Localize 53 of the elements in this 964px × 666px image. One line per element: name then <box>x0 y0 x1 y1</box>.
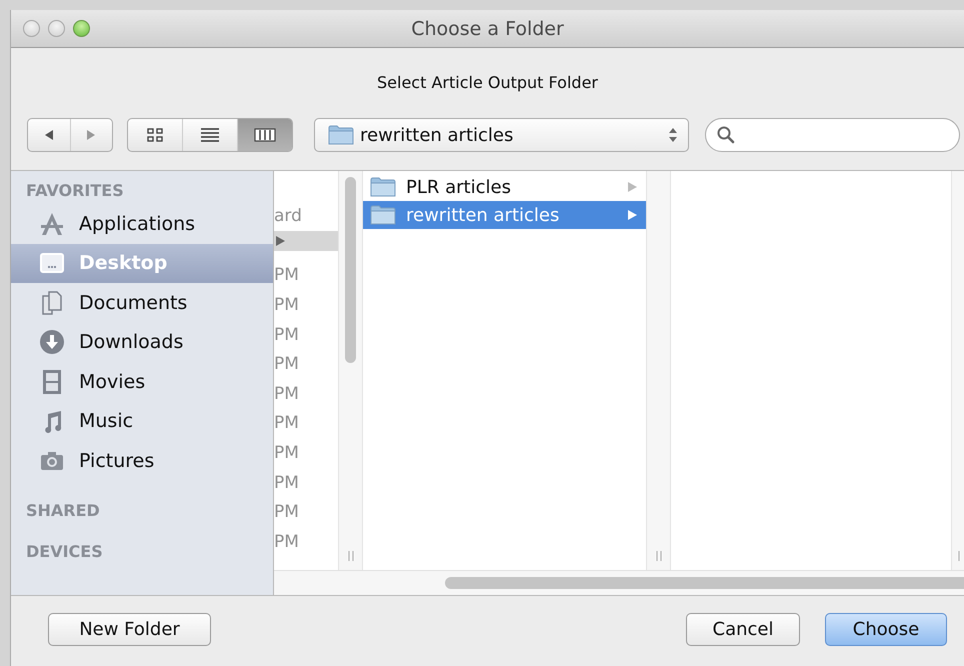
sidebar-item[interactable]: Downloads <box>11 322 273 362</box>
file-row[interactable]: PM <box>274 290 338 320</box>
folder-row[interactable]: rewritten articles <box>363 201 646 229</box>
file-row[interactable]: PM <box>274 378 338 409</box>
sidebar-item[interactable]: Desktop <box>11 244 273 283</box>
sidebar-item[interactable]: Pictures <box>11 441 273 480</box>
file-row[interactable]: PM <box>274 408 338 438</box>
sidebar-item[interactable]: Music <box>11 402 273 441</box>
disclosure-arrow-icon <box>626 209 638 221</box>
app-store-icon <box>39 210 65 237</box>
resize-grip-icon[interactable] <box>654 550 662 562</box>
columns-icon <box>254 127 276 143</box>
minimize-button[interactable] <box>48 20 65 37</box>
disclosure-arrow-icon <box>626 181 638 193</box>
file-row[interactable]: PM <box>274 349 338 379</box>
column-view-button[interactable] <box>237 119 292 151</box>
file-row[interactable]: PM <box>274 260 338 290</box>
dialog-prompt: Select Article Output Folder <box>376 72 599 94</box>
up-down-arrows-icon <box>668 126 678 144</box>
search-field[interactable] <box>705 118 960 152</box>
location-popup[interactable]: rewritten articles <box>314 118 689 152</box>
file-row[interactable]: PM <box>274 526 338 557</box>
sidebar-item[interactable]: Documents <box>11 283 273 322</box>
file-row[interactable]: ard <box>274 201 338 231</box>
cancel-button[interactable]: Cancel <box>686 612 800 646</box>
new-folder-button[interactable]: New Folder <box>48 612 211 646</box>
folder-row[interactable]: PLR articles <box>363 173 646 201</box>
sidebar-heading: FAVORITES <box>25 180 125 202</box>
file-row[interactable]: PM <box>274 438 338 468</box>
folder-icon <box>328 124 354 146</box>
sidebar-heading: DEVICES <box>25 540 104 562</box>
file-row[interactable]: PM <box>274 468 338 498</box>
sidebar-heading: SHARED <box>25 500 101 522</box>
selected-row[interactable] <box>274 230 338 251</box>
sidebar-item[interactable]: Applications <box>11 204 273 244</box>
scrollbar-thumb[interactable] <box>445 577 964 589</box>
disclosure-arrow-icon <box>274 234 286 247</box>
sidebar-item[interactable]: Movies <box>11 362 273 402</box>
list-icon <box>200 127 220 143</box>
resize-grip-icon[interactable] <box>957 550 961 562</box>
choose-button[interactable]: Choose <box>825 612 947 646</box>
file-row[interactable]: PM <box>274 320 338 350</box>
close-button[interactable] <box>23 20 40 37</box>
folder-icon <box>370 204 396 226</box>
zoom-button[interactable] <box>73 20 90 37</box>
folder-icon <box>370 176 396 198</box>
resize-grip-icon[interactable] <box>346 550 354 562</box>
file-row[interactable]: PM <box>274 497 338 527</box>
download-icon <box>39 329 65 356</box>
grid-icon <box>146 127 164 143</box>
scrollbar-thumb[interactable] <box>345 177 356 363</box>
search-icon <box>716 125 736 145</box>
window-title: Choose a Folder <box>411 18 564 40</box>
